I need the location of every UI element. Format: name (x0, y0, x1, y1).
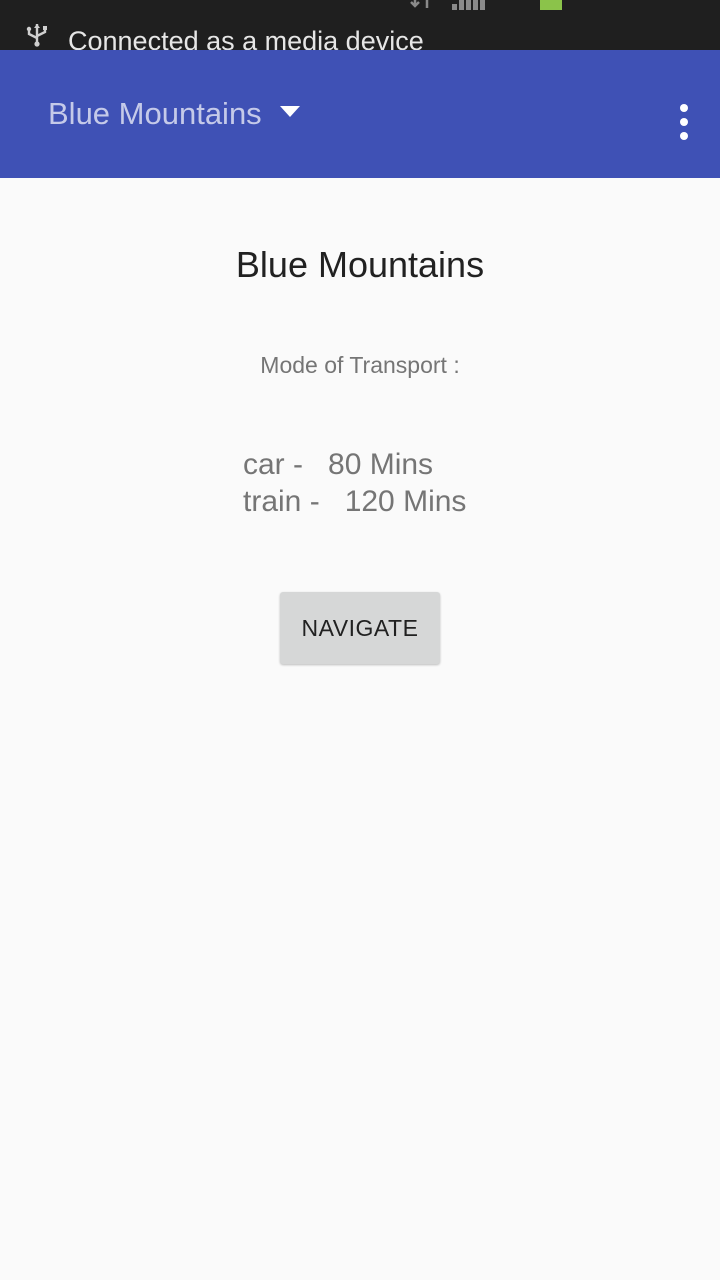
mode-of-transport-label: Mode of Transport : (260, 352, 460, 378)
menu-dot (680, 104, 688, 112)
usb-icon (26, 24, 47, 47)
signal-icon (452, 0, 485, 10)
main-content: Blue Mountains Mode of Transport : car -… (0, 178, 720, 1280)
navigate-button[interactable]: NAVIGATE (280, 592, 440, 664)
status-bar: Connected as a media device (0, 0, 720, 50)
battery-icon (540, 0, 562, 10)
location-spinner[interactable]: Blue Mountains (48, 50, 300, 178)
app-toolbar: Blue Mountains (0, 50, 720, 178)
data-arrows-icon (410, 0, 429, 8)
transport-times: car - 80 Mins train - 120 Mins (243, 446, 466, 520)
caret-down-icon (279, 105, 300, 117)
overflow-menu-icon[interactable] (672, 104, 696, 140)
spinner-selected-label: Blue Mountains (48, 96, 262, 131)
notification-text: Connected as a media device (68, 26, 424, 50)
destination-title: Blue Mountains (235, 244, 485, 285)
transport-car: car - 80 Mins (243, 448, 434, 481)
transport-train: train - 120 Mins (243, 485, 467, 518)
menu-dot (680, 118, 688, 126)
menu-dot (680, 132, 688, 140)
